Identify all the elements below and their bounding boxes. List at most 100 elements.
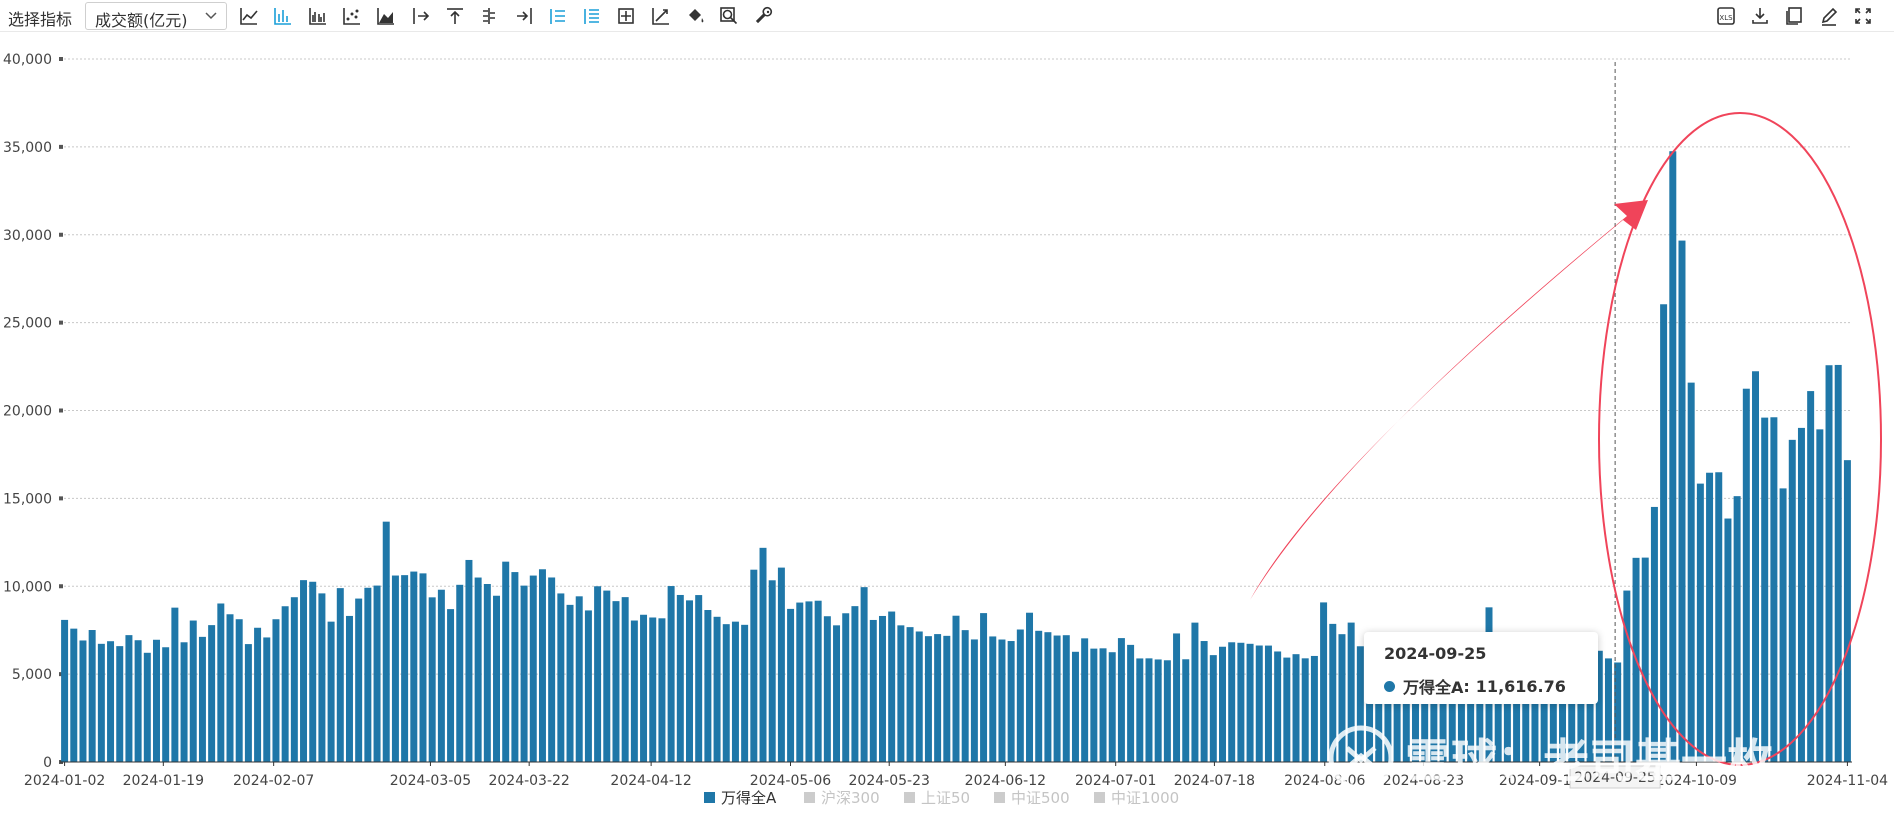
bar: [970, 639, 978, 762]
trend-icon: [651, 8, 669, 25]
legend-label: 中证1000: [1111, 789, 1179, 807]
bar: [906, 627, 914, 762]
bar: [143, 652, 151, 762]
fill-button[interactable]: [678, 0, 712, 32]
range-end-button[interactable]: [506, 0, 540, 32]
bar: [327, 621, 335, 762]
list-button[interactable]: [575, 0, 609, 32]
grid-lines-button[interactable]: [472, 0, 506, 32]
bar-chart-button[interactable]: [266, 0, 300, 32]
fill-icon: [689, 9, 704, 23]
watermark-text: 雪球：老司基一枚: [1405, 734, 1773, 788]
list-active-button[interactable]: [541, 0, 575, 32]
bar: [235, 619, 243, 762]
bar: [116, 646, 124, 762]
bar: [373, 585, 381, 762]
y-tick-label: 30,000: [3, 228, 52, 244]
chevron-down-icon: [205, 12, 217, 20]
trend-button[interactable]: [644, 0, 678, 32]
bar: [869, 619, 877, 762]
crosshair-button[interactable]: [609, 0, 643, 32]
bar: [621, 597, 629, 762]
y-tick-label: 5,000: [12, 667, 52, 683]
bar: [878, 615, 886, 762]
line-chart-icon: [240, 8, 258, 25]
scatter-button[interactable]: [335, 0, 369, 32]
copy-button[interactable]: [1777, 0, 1811, 32]
bar: [189, 620, 197, 762]
bar: [961, 630, 969, 762]
bar: [1163, 660, 1171, 762]
bar: [391, 575, 399, 762]
legend-swatch: [904, 792, 915, 803]
bar: [61, 619, 69, 762]
bar: [557, 593, 565, 762]
bar-chart: 0 5,000 10,000 15,000 20,000 25,000 30,000 35,0…: [3, 52, 1888, 807]
bar: [355, 598, 363, 762]
tooltip-series-dot: [1384, 680, 1395, 692]
line-chart-button[interactable]: [232, 0, 266, 32]
bar: [851, 606, 859, 762]
align-top-button[interactable]: [438, 0, 472, 32]
range-start-icon: [412, 8, 429, 24]
bar: [1237, 642, 1245, 762]
bar: [1310, 655, 1318, 762]
y-tick-mark: [59, 584, 63, 589]
area-chart-button[interactable]: [369, 0, 403, 32]
x-tick-label: 2024-05-23: [849, 773, 930, 789]
bar: [695, 595, 703, 762]
bar: [263, 637, 271, 762]
range-start-button[interactable]: [403, 0, 437, 32]
zoom-button[interactable]: [712, 0, 746, 32]
bar: [244, 644, 252, 762]
bar: [134, 640, 142, 762]
bar: [538, 569, 546, 762]
indicator-select[interactable]: 成交额(亿元): [85, 2, 227, 30]
y-tick-label: 0: [43, 755, 52, 771]
bar: [731, 621, 739, 762]
bar: [1145, 658, 1153, 762]
bar: [502, 561, 510, 762]
bar: [1182, 659, 1190, 762]
bar: [1678, 240, 1686, 762]
bar: [842, 613, 850, 762]
bar: [79, 640, 87, 762]
bar: [805, 601, 813, 762]
bar: [1154, 659, 1162, 762]
zoom-icon: [720, 7, 738, 25]
annotation-arrow: [1250, 200, 1648, 600]
x-tick-label: 2024-07-18: [1174, 773, 1255, 789]
bar: [649, 617, 657, 762]
bar: [254, 627, 262, 762]
legend-label: 中证500: [1011, 789, 1070, 807]
x-tick-label: 2024-05-06: [750, 773, 831, 789]
x-tick-label: 2024-11-04: [1807, 773, 1888, 789]
bar: [1090, 648, 1098, 762]
bar: [722, 624, 730, 762]
bar: [1797, 427, 1805, 762]
bar: [1209, 655, 1217, 762]
bar: [1228, 642, 1236, 762]
xls-export-button[interactable]: XLS: [1709, 0, 1743, 32]
grouped-bar-button[interactable]: [301, 0, 335, 32]
y-tick-mark: [59, 144, 63, 149]
bar: [511, 572, 519, 762]
settings-wrench-button[interactable]: [746, 0, 780, 32]
y-tick-mark: [59, 232, 63, 237]
bar: [1173, 633, 1181, 762]
bar: [943, 635, 951, 762]
bar: [125, 635, 133, 762]
bar: [980, 613, 988, 762]
area-chart-icon: [377, 8, 395, 25]
bar: [1117, 638, 1125, 762]
fullscreen-button[interactable]: [1846, 0, 1880, 32]
edit-button[interactable]: [1811, 0, 1845, 32]
download-button[interactable]: [1743, 0, 1777, 32]
export-tools-group: XLS: [1709, 0, 1880, 32]
bar: [1696, 483, 1704, 762]
bar: [1062, 635, 1070, 762]
bar: [1246, 643, 1254, 762]
indicator-select-label: 选择指标: [8, 10, 73, 29]
bar: [1752, 371, 1759, 762]
y-tick-mark: [59, 57, 63, 61]
